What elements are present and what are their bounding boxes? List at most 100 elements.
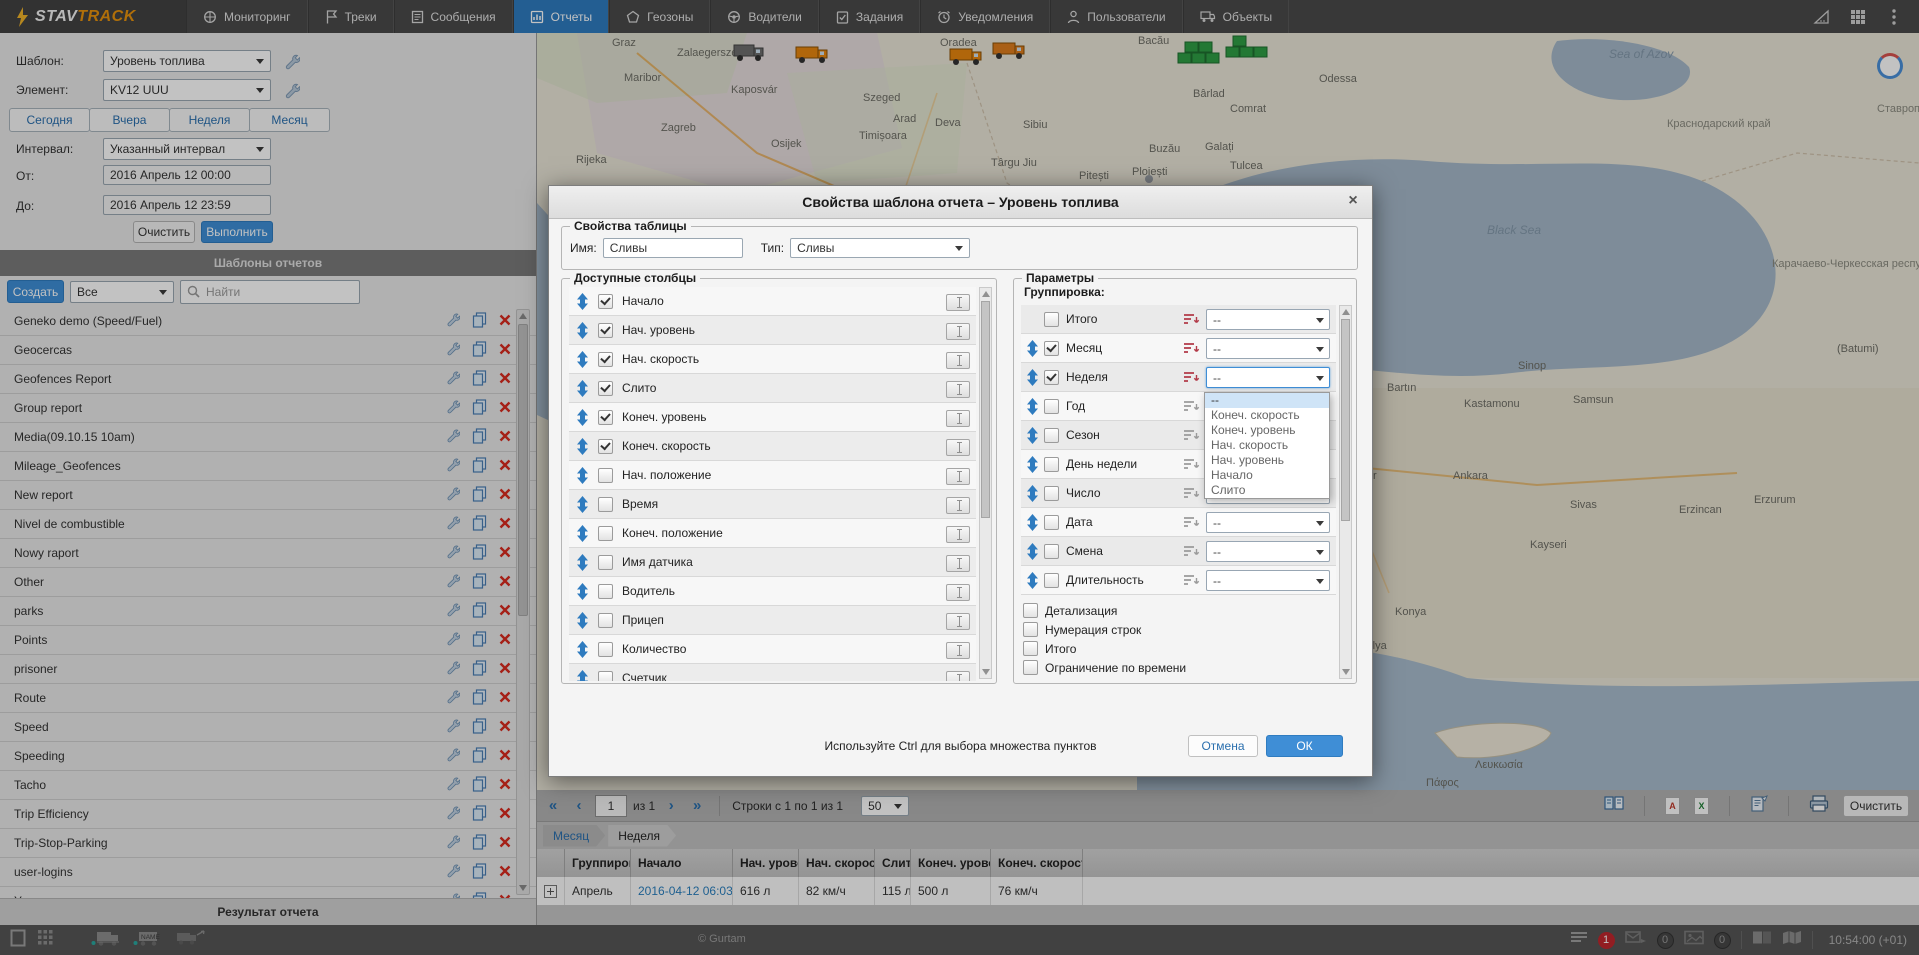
rename-column-icon[interactable] xyxy=(946,381,970,398)
reorder-arrows-icon[interactable] xyxy=(576,322,589,339)
parameter-flag[interactable]: Нумерация строк xyxy=(1023,620,1334,639)
column-row[interactable]: Прицеп xyxy=(569,606,976,635)
reorder-arrows-icon[interactable] xyxy=(576,496,589,513)
grouping-checkbox[interactable] xyxy=(1044,544,1059,559)
dropdown-option[interactable]: -- xyxy=(1205,393,1329,408)
column-row[interactable]: Начало xyxy=(569,287,976,316)
flag-checkbox[interactable] xyxy=(1023,603,1038,618)
column-row[interactable]: Количество xyxy=(569,635,976,664)
grouping-row[interactable]: Смена -- xyxy=(1021,537,1336,566)
rename-column-icon[interactable] xyxy=(946,642,970,659)
column-checkbox[interactable] xyxy=(598,468,613,483)
scroll-thumb[interactable] xyxy=(1341,319,1350,521)
reorder-arrows-icon[interactable] xyxy=(576,409,589,426)
rename-column-icon[interactable] xyxy=(946,555,970,572)
sort-column-select[interactable]: -- xyxy=(1206,512,1330,533)
reorder-arrows-icon[interactable] xyxy=(1026,369,1039,386)
dropdown-option[interactable]: Нач. скорость xyxy=(1205,438,1329,453)
flag-checkbox[interactable] xyxy=(1023,641,1038,656)
grouping-checkbox[interactable] xyxy=(1044,428,1059,443)
grouping-checkbox[interactable] xyxy=(1044,457,1059,472)
rename-column-icon[interactable] xyxy=(946,439,970,456)
column-checkbox[interactable] xyxy=(598,584,613,599)
reorder-arrows-icon[interactable] xyxy=(1026,398,1039,415)
columns-scrollbar[interactable] xyxy=(979,287,992,679)
sort-order-icon[interactable] xyxy=(1183,545,1200,558)
dropdown-option[interactable]: Конеч. уровень xyxy=(1205,423,1329,438)
reorder-arrows-icon[interactable] xyxy=(576,670,589,682)
grouping-row[interactable]: Длительность -- xyxy=(1021,566,1336,595)
table-type-select[interactable]: Сливы xyxy=(790,238,970,258)
scroll-thumb[interactable] xyxy=(981,301,990,518)
sort-order-icon[interactable] xyxy=(1183,516,1200,529)
grouping-checkbox[interactable] xyxy=(1044,312,1059,327)
sort-order-icon[interactable] xyxy=(1183,342,1200,355)
reorder-arrows-icon[interactable] xyxy=(1026,427,1039,444)
rename-column-icon[interactable] xyxy=(946,410,970,427)
column-checkbox[interactable] xyxy=(598,294,613,309)
reorder-arrows-icon[interactable] xyxy=(576,554,589,571)
column-checkbox[interactable] xyxy=(598,323,613,338)
grouping-checkbox[interactable] xyxy=(1044,486,1059,501)
column-checkbox[interactable] xyxy=(598,671,613,682)
dropdown-option[interactable]: Слито xyxy=(1205,483,1329,498)
reorder-arrows-icon[interactable] xyxy=(1026,543,1039,560)
reorder-arrows-icon[interactable] xyxy=(576,641,589,658)
column-row[interactable]: Счетчик xyxy=(569,664,976,681)
sort-order-icon[interactable] xyxy=(1183,574,1200,587)
grouping-row[interactable]: Дата -- xyxy=(1021,508,1336,537)
sort-order-icon[interactable] xyxy=(1183,458,1200,471)
column-row[interactable]: Конеч. положение xyxy=(569,519,976,548)
reorder-arrows-icon[interactable] xyxy=(576,612,589,629)
reorder-arrows-icon[interactable] xyxy=(576,351,589,368)
column-row[interactable]: Время xyxy=(569,490,976,519)
grouping-row[interactable]: Итого -- xyxy=(1021,305,1336,334)
column-row[interactable]: Конеч. скорость xyxy=(569,432,976,461)
column-row[interactable]: Конеч. уровень xyxy=(569,403,976,432)
grouping-checkbox[interactable] xyxy=(1044,573,1059,588)
column-row[interactable]: Нач. уровень xyxy=(569,316,976,345)
table-name-input[interactable]: Сливы xyxy=(603,238,743,258)
scroll-up-icon[interactable] xyxy=(1342,309,1350,315)
rename-column-icon[interactable] xyxy=(946,323,970,340)
column-row[interactable]: Имя датчика xyxy=(569,548,976,577)
grouping-checkbox[interactable] xyxy=(1044,370,1059,385)
sort-order-icon[interactable] xyxy=(1183,371,1200,384)
grouping-row[interactable]: Месяц -- xyxy=(1021,334,1336,363)
reorder-arrows-icon[interactable] xyxy=(1026,340,1039,357)
column-checkbox[interactable] xyxy=(598,613,613,628)
dropdown-option[interactable]: Начало xyxy=(1205,468,1329,483)
parameter-flag[interactable]: Итого xyxy=(1023,639,1334,658)
reorder-arrows-icon[interactable] xyxy=(1026,514,1039,531)
dropdown-option[interactable]: Конеч. скорость xyxy=(1205,408,1329,423)
rename-column-icon[interactable] xyxy=(946,352,970,369)
rename-column-icon[interactable] xyxy=(946,468,970,485)
column-row[interactable]: Водитель xyxy=(569,577,976,606)
sort-order-icon[interactable] xyxy=(1183,429,1200,442)
column-row[interactable]: Нач. положение xyxy=(569,461,976,490)
sort-order-icon[interactable] xyxy=(1183,313,1200,326)
reorder-arrows-icon[interactable] xyxy=(1026,572,1039,589)
reorder-arrows-icon[interactable] xyxy=(576,525,589,542)
flag-checkbox[interactable] xyxy=(1023,622,1038,637)
flag-checkbox[interactable] xyxy=(1023,660,1038,675)
column-row[interactable]: Нач. скорость xyxy=(569,345,976,374)
parameter-flag[interactable]: Ограничение по времени xyxy=(1023,658,1334,677)
column-checkbox[interactable] xyxy=(598,497,613,512)
column-checkbox[interactable] xyxy=(598,555,613,570)
grouping-checkbox[interactable] xyxy=(1044,341,1059,356)
sort-column-select[interactable]: -- xyxy=(1206,338,1330,359)
scroll-down-icon[interactable] xyxy=(982,669,990,675)
rename-column-icon[interactable] xyxy=(946,584,970,601)
rename-column-icon[interactable] xyxy=(946,526,970,543)
scroll-down-icon[interactable] xyxy=(1342,669,1350,675)
reorder-arrows-icon[interactable] xyxy=(576,380,589,397)
column-row[interactable]: Слито xyxy=(569,374,976,403)
grouping-checkbox[interactable] xyxy=(1044,515,1059,530)
reorder-arrows-icon[interactable] xyxy=(1026,456,1039,473)
sort-column-select[interactable]: -- xyxy=(1206,570,1330,591)
parameters-scrollbar[interactable] xyxy=(1339,305,1352,679)
rename-column-icon[interactable] xyxy=(946,294,970,311)
rename-column-icon[interactable] xyxy=(946,613,970,630)
column-checkbox[interactable] xyxy=(598,381,613,396)
